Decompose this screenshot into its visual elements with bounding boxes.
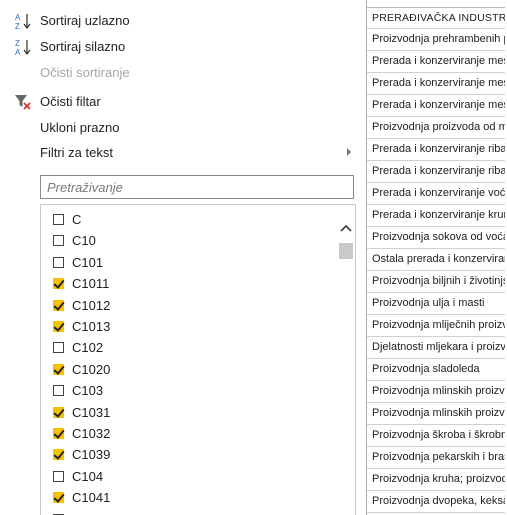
filter-values-list: C C10 C101 C1011 C1012 C1013 C102 C1020 C103 C103… xyxy=(40,204,356,515)
table-row[interactable]: Proizvodnja mliječnih proizvoda xyxy=(367,315,507,337)
checkbox-unchecked[interactable] xyxy=(53,235,64,247)
table-row[interactable]: Proizvodnja mlinskih proizvoda xyxy=(367,403,507,425)
checkbox-checked[interactable] xyxy=(53,299,64,311)
scrollbar-thumb[interactable] xyxy=(339,243,353,259)
list-item-label: C102 xyxy=(72,340,104,356)
table-row[interactable]: Proizvodnja mlinskih proizvoda xyxy=(367,381,507,403)
table-row[interactable]: Proizvodnja pekarskih i brašnastih xyxy=(367,447,507,469)
list-item-label: C105 xyxy=(72,509,103,515)
list-item-label: C101 xyxy=(72,254,104,270)
checkbox-unchecked[interactable] xyxy=(53,342,64,354)
table-row[interactable]: Proizvodnja kruha; proizvodnja xyxy=(367,469,507,491)
sort-ascending-label: Sortiraj uzlazno xyxy=(40,13,130,28)
checkbox-checked[interactable] xyxy=(53,449,64,461)
remove-empty-label: Ukloni prazno xyxy=(40,120,120,135)
table-row[interactable]: Proizvodnja ulja i masti xyxy=(367,293,507,315)
svg-text:Z: Z xyxy=(15,39,20,48)
table-row[interactable]: Proizvodnja proizvoda od mesa xyxy=(367,117,507,139)
clear-sort-item: Očisti sortiranje xyxy=(0,60,366,86)
checkbox-checked[interactable] xyxy=(53,363,64,375)
svg-text:A: A xyxy=(15,48,21,56)
table-row[interactable]: Proizvodnja prehrambenih proizvoda xyxy=(367,29,507,51)
search-input[interactable] xyxy=(40,175,354,199)
checkbox-checked[interactable] xyxy=(53,278,64,290)
table-row[interactable]: Djelatnosti mljekara i proizvodnja xyxy=(367,337,507,359)
table-row[interactable]: Prerada i konzerviranje voća xyxy=(367,183,507,205)
table-row[interactable]: Proizvodnja škroba i škrobnih xyxy=(367,425,507,447)
table-row[interactable]: Prerada i konzerviranje mesa xyxy=(367,73,507,95)
table-row[interactable]: Prerada i konzerviranje mesa xyxy=(367,95,507,117)
sort-descending-icon: Z A xyxy=(14,38,32,57)
table-header[interactable]: PRERAĐIVAČKA INDUSTRIJA xyxy=(367,7,507,29)
list-scrollbar[interactable] xyxy=(337,205,355,515)
checkbox-unchecked[interactable] xyxy=(53,470,64,482)
list-item-label: C10 xyxy=(72,233,96,249)
list-item-label: C1012 xyxy=(72,297,111,313)
list-item-label: C1020 xyxy=(72,361,111,377)
sort-descending-item[interactable]: Z A Sortiraj silazno xyxy=(0,34,366,60)
scroll-up-chevron-icon[interactable] xyxy=(340,221,352,233)
submenu-arrow-icon xyxy=(347,148,351,156)
checkbox-unchecked[interactable] xyxy=(53,385,64,397)
checkbox-checked[interactable] xyxy=(53,428,64,439)
list-item-label: C xyxy=(72,212,82,227)
list-item-label: C1041 xyxy=(72,490,111,506)
clear-filter-icon xyxy=(14,93,32,111)
list-item-label: C1011 xyxy=(72,276,110,292)
text-filters-label: Filtri za tekst xyxy=(40,145,113,160)
table-row[interactable]: Prerada i konzerviranje mesa xyxy=(367,51,507,73)
sort-ascending-icon: A Z xyxy=(14,12,32,31)
list-item-label: C1031 xyxy=(72,404,111,420)
checkbox-unchecked[interactable] xyxy=(53,256,64,268)
data-table-column: PRERAĐIVAČKA INDUSTRIJA Proizvodnja preh… xyxy=(366,0,507,515)
sort-descending-label: Sortiraj silazno xyxy=(40,39,126,54)
list-item-label: C1039 xyxy=(72,447,111,463)
filter-dropdown-menu: A Z Sortiraj uzlazno Z A Sortiraj silazn… xyxy=(0,0,366,515)
svg-text:A: A xyxy=(15,13,21,22)
table-row[interactable]: Proizvodnja biljnih i životinjskih xyxy=(367,271,507,293)
checkbox-checked[interactable] xyxy=(53,406,64,418)
remove-empty-item[interactable]: Ukloni prazno xyxy=(0,115,366,141)
table-row[interactable]: Proizvodnja sladoleda xyxy=(367,359,507,381)
table-row[interactable]: Proizvodnja sokova od voća xyxy=(367,227,507,249)
checkbox-checked[interactable] xyxy=(53,492,64,504)
sort-ascending-item[interactable]: A Z Sortiraj uzlazno xyxy=(0,8,366,34)
list-item-label: C103 xyxy=(72,383,104,399)
text-filters-item[interactable]: Filtri za tekst xyxy=(0,140,366,166)
clear-filter-label: Očisti filtar xyxy=(40,94,101,109)
table-row[interactable]: Prerada i konzerviranje riba xyxy=(367,161,507,183)
svg-text:Z: Z xyxy=(15,22,20,30)
table-row[interactable]: Proizvodnja dvopeka, keksa xyxy=(367,491,507,513)
table-row[interactable]: Ostala prerada i konzerviranje xyxy=(367,249,507,271)
list-item-label: C1032 xyxy=(72,426,111,441)
checkbox-unchecked[interactable] xyxy=(53,214,64,225)
list-item-label: C104 xyxy=(72,468,104,484)
clear-filter-item[interactable]: Očisti filtar xyxy=(0,89,366,115)
checkbox-checked[interactable] xyxy=(53,321,64,332)
clear-sort-label: Očisti sortiranje xyxy=(40,65,130,80)
table-row[interactable]: Prerada i konzerviranje krumpira xyxy=(367,205,507,227)
table-row[interactable]: Prerada i konzerviranje riba xyxy=(367,139,507,161)
list-item-label: C1013 xyxy=(72,319,111,334)
